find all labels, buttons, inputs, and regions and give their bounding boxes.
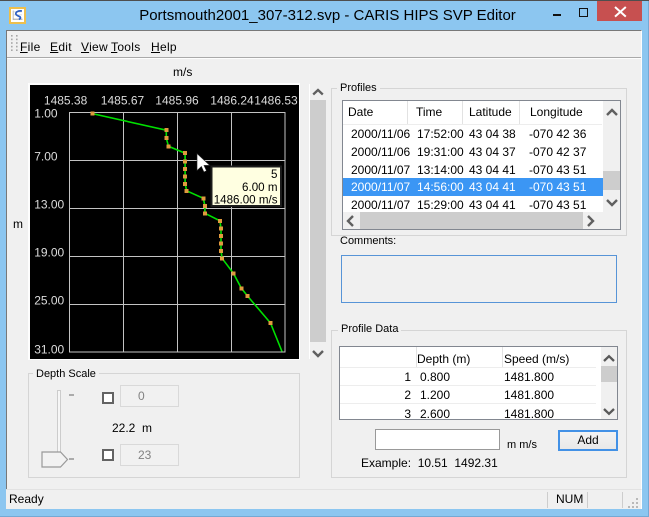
svg-text:5: 5 — [271, 168, 277, 181]
svg-text:1486.00 m/s: 1486.00 m/s — [214, 194, 278, 207]
svg-text:1485.67: 1485.67 — [101, 94, 145, 108]
svg-text:7.00: 7.00 — [34, 150, 58, 164]
svg-text:13.00: 13.00 — [34, 198, 64, 212]
svg-text:31.00: 31.00 — [34, 343, 64, 357]
svg-text:1486.24: 1486.24 — [210, 94, 254, 108]
svg-text:1485.38: 1485.38 — [44, 94, 88, 108]
svg-text:19.00: 19.00 — [34, 246, 64, 260]
svg-text:25.00: 25.00 — [34, 294, 64, 308]
svg-text:1.00: 1.00 — [34, 107, 58, 121]
svg-text:6.00 m: 6.00 m — [242, 181, 277, 194]
svg-text:1485.96: 1485.96 — [155, 94, 199, 108]
svg-text:1486.53: 1486.53 — [254, 94, 298, 108]
